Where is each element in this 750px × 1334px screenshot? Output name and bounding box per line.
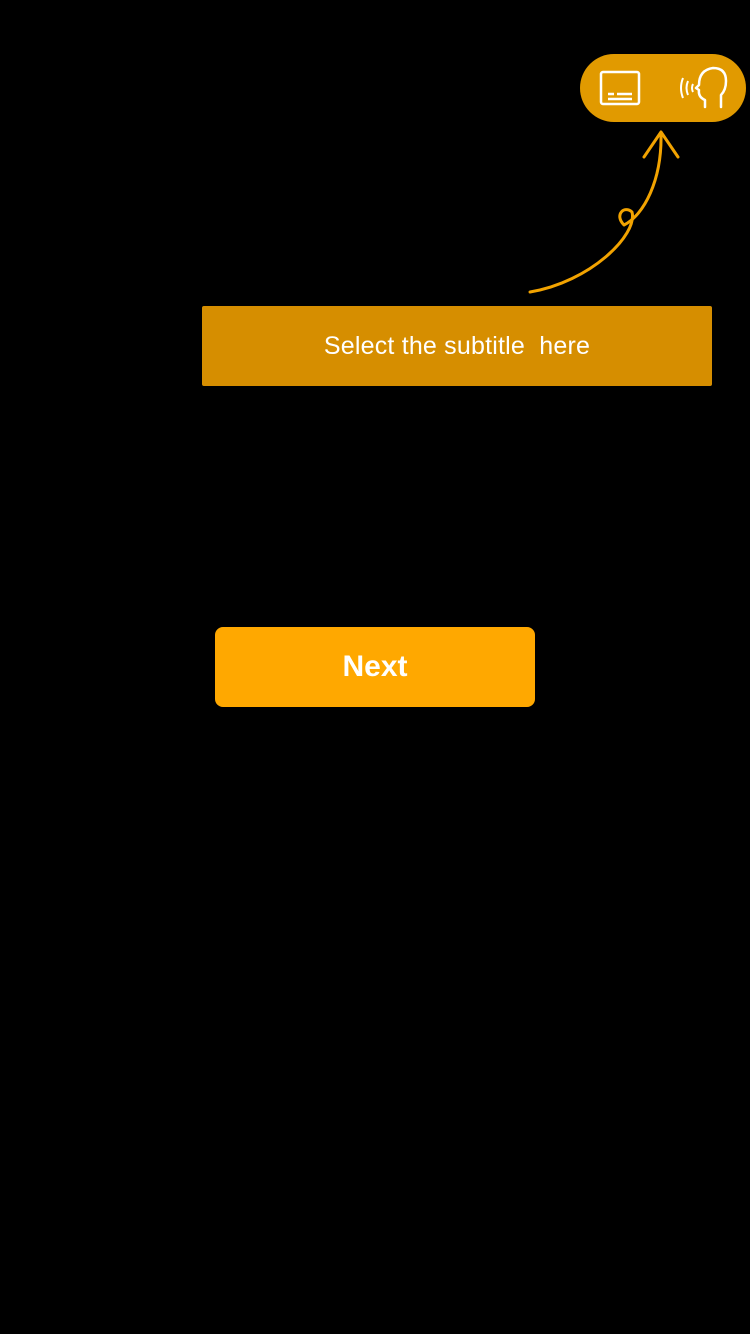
subtitles-icon bbox=[599, 70, 641, 106]
tutorial-overlay: { "colors": { "background": "#000000", "… bbox=[0, 0, 750, 1334]
hint-callout: Select the subtitle here bbox=[202, 306, 712, 386]
subtitle-button[interactable] bbox=[588, 54, 652, 122]
next-button-label: Next bbox=[342, 650, 408, 683]
audio-subtitle-toggle-group bbox=[580, 54, 746, 122]
hint-text: Select the subtitle here bbox=[323, 331, 591, 360]
next-button[interactable]: Next bbox=[215, 627, 535, 707]
speaking-head-icon bbox=[680, 66, 728, 109]
voice-button[interactable] bbox=[672, 54, 736, 122]
pointer-arrow-icon bbox=[528, 130, 680, 294]
